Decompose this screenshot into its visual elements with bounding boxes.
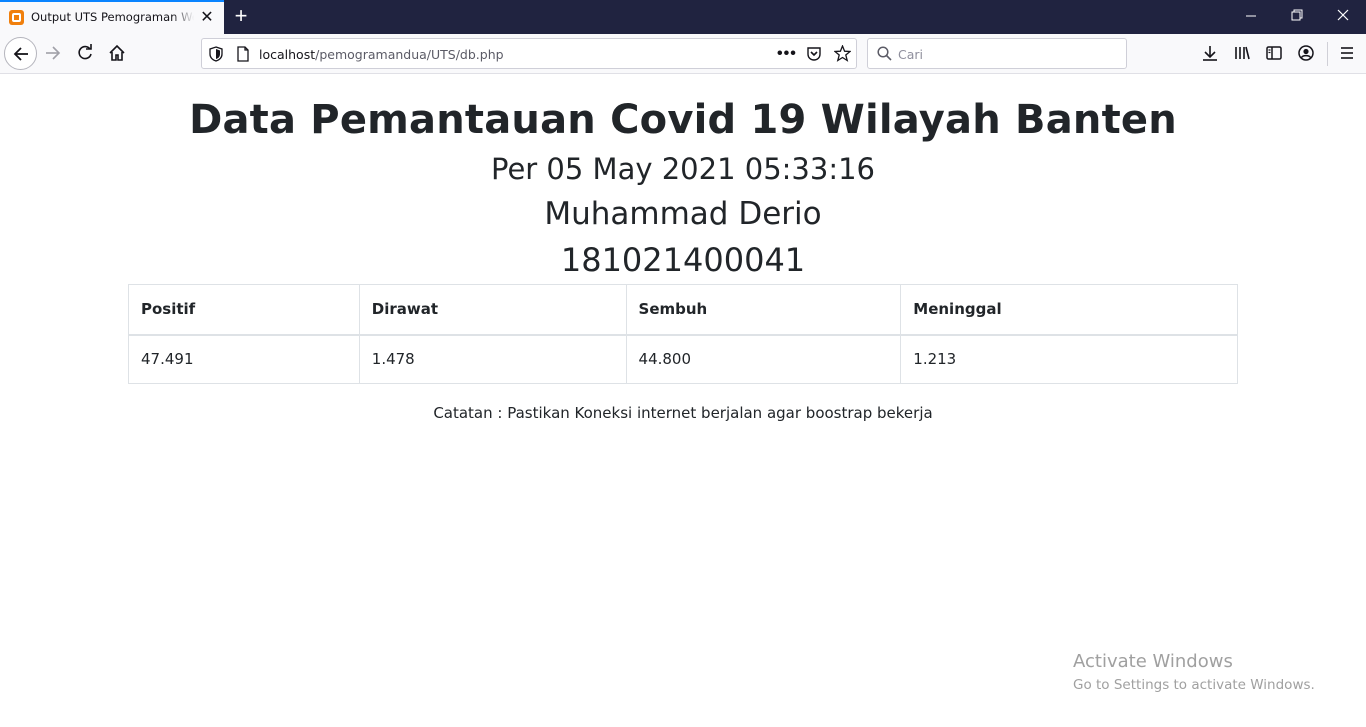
sidebar-button[interactable] [1259, 38, 1289, 68]
menu-button[interactable] [1332, 38, 1362, 68]
tab-title: Output UTS Pemograman Web [31, 10, 194, 24]
library-icon [1235, 46, 1250, 60]
hamburger-menu-icon [1341, 47, 1353, 59]
forward-button[interactable] [38, 38, 68, 68]
sidebar-icon [1266, 46, 1282, 60]
search-icon [877, 46, 892, 61]
column-header-sembuh: Sembuh [625, 284, 902, 336]
page-content: Data Pemantauan Covid 19 Wilayah Banten … [0, 75, 1366, 727]
account-button[interactable] [1291, 38, 1321, 68]
date-line: Per 05 May 2021 05:33:16 [491, 152, 875, 186]
activate-windows-watermark: Activate Windows Go to Settings to activ… [1073, 651, 1315, 695]
new-tab-icon[interactable]: + [229, 4, 253, 28]
library-button[interactable] [1227, 38, 1257, 68]
watermark-title: Activate Windows [1073, 651, 1233, 672]
url-text[interactable]: localhost/pemogramandua/UTS/db.php [259, 47, 504, 62]
reload-button[interactable] [70, 38, 100, 68]
student-id: 181021400041 [560, 241, 806, 279]
download-icon [1203, 46, 1217, 61]
search-input[interactable] [898, 45, 1118, 63]
table-header-row: Positif Dirawat Sembuh Meninggal [128, 284, 1238, 336]
covid-data-table: Positif Dirawat Sembuh Meninggal 47.491 … [128, 284, 1238, 384]
cell-dirawat: 1.478 [358, 334, 627, 384]
url-host: localhost [259, 47, 316, 62]
home-icon [109, 44, 125, 61]
back-arrow-icon [13, 46, 28, 61]
cell-positif: 47.491 [128, 334, 360, 384]
account-icon [1298, 45, 1314, 61]
page-info-icon[interactable] [236, 46, 250, 62]
tab-strip: Output UTS Pemograman Web ✕ + [0, 0, 1366, 34]
url-path: /pemogramandua/UTS/db.php [315, 47, 504, 62]
page-title: Data Pemantauan Covid 19 Wilayah Banten [189, 97, 1177, 143]
address-bar[interactable]: localhost/pemogramandua/UTS/db.php ••• [201, 38, 857, 69]
restore-icon[interactable] [1274, 0, 1320, 32]
navigation-toolbar: localhost/pemogramandua/UTS/db.php ••• [0, 34, 1366, 74]
xampp-favicon-icon [9, 10, 24, 25]
cell-sembuh: 44.800 [625, 334, 902, 384]
downloads-button[interactable] [1195, 38, 1225, 68]
column-header-positif: Positif [128, 284, 360, 336]
close-tab-icon[interactable]: ✕ [199, 9, 215, 27]
back-button[interactable] [4, 37, 37, 70]
search-bar[interactable] [867, 38, 1127, 69]
page-actions-icon[interactable]: ••• [777, 45, 797, 63]
table-row: 47.491 1.478 44.800 1.213 [128, 334, 1238, 384]
pocket-icon[interactable] [806, 46, 822, 62]
note-text: Catatan : Pastikan Koneksi internet berj… [433, 404, 933, 422]
active-tab[interactable]: Output UTS Pemograman Web ✕ [0, 0, 224, 34]
bookmark-star-icon[interactable] [834, 45, 851, 62]
reload-icon [78, 44, 92, 60]
close-window-icon[interactable] [1320, 0, 1366, 32]
watermark-subtitle: Go to Settings to activate Windows. [1073, 677, 1315, 693]
forward-arrow-icon [46, 46, 61, 60]
cell-meninggal: 1.213 [900, 334, 1238, 384]
tracking-protection-shield-icon[interactable] [209, 46, 223, 62]
student-name: Muhammad Derio [544, 196, 822, 232]
column-header-meninggal: Meninggal [900, 284, 1238, 336]
toolbar-divider [1327, 42, 1328, 66]
home-button[interactable] [102, 38, 132, 68]
column-header-dirawat: Dirawat [358, 284, 627, 336]
minimize-icon[interactable] [1228, 0, 1274, 32]
